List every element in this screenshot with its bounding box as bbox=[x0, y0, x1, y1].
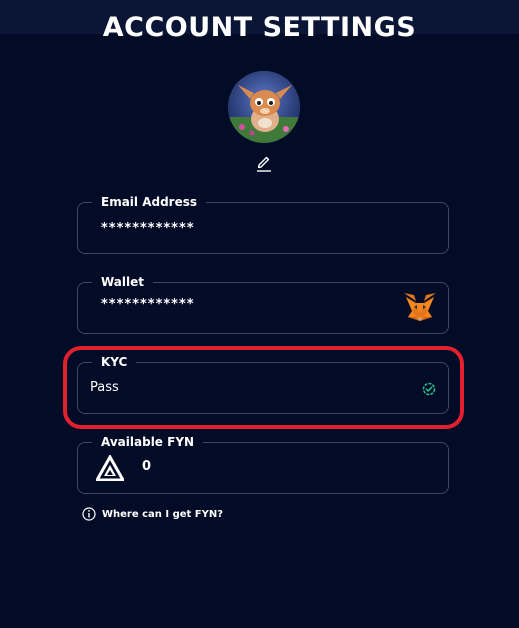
kyc-field: KYC Pass bbox=[77, 354, 449, 414]
help-text: Where can I get FYN? bbox=[102, 508, 224, 520]
wallet-field[interactable]: Wallet ************ bbox=[77, 274, 449, 334]
email-value: ************ bbox=[101, 221, 195, 236]
kyc-label: KYC bbox=[92, 354, 137, 370]
email-label: Email Address bbox=[92, 194, 207, 210]
edit-avatar-button[interactable] bbox=[254, 152, 274, 172]
fyn-label: Available FYN bbox=[92, 434, 204, 450]
wallet-label: Wallet bbox=[92, 274, 154, 290]
where-to-get-fyn-link[interactable]: Where can I get FYN? bbox=[82, 507, 223, 521]
kyc-value: Pass bbox=[90, 380, 119, 395]
avatar bbox=[228, 71, 300, 143]
email-field[interactable]: Email Address ************ bbox=[77, 194, 449, 254]
fyn-balance-field: Available FYN 0 bbox=[77, 434, 449, 494]
page-title: ACCOUNT SETTINGS bbox=[102, 12, 417, 43]
metamask-fox-icon bbox=[404, 293, 436, 321]
fyn-value: 0 bbox=[142, 459, 152, 474]
info-icon bbox=[82, 507, 96, 521]
fyn-logo-icon bbox=[96, 455, 124, 481]
pencil-icon bbox=[257, 156, 271, 172]
wallet-value: ************ bbox=[101, 297, 195, 312]
verified-check-icon bbox=[422, 382, 436, 396]
